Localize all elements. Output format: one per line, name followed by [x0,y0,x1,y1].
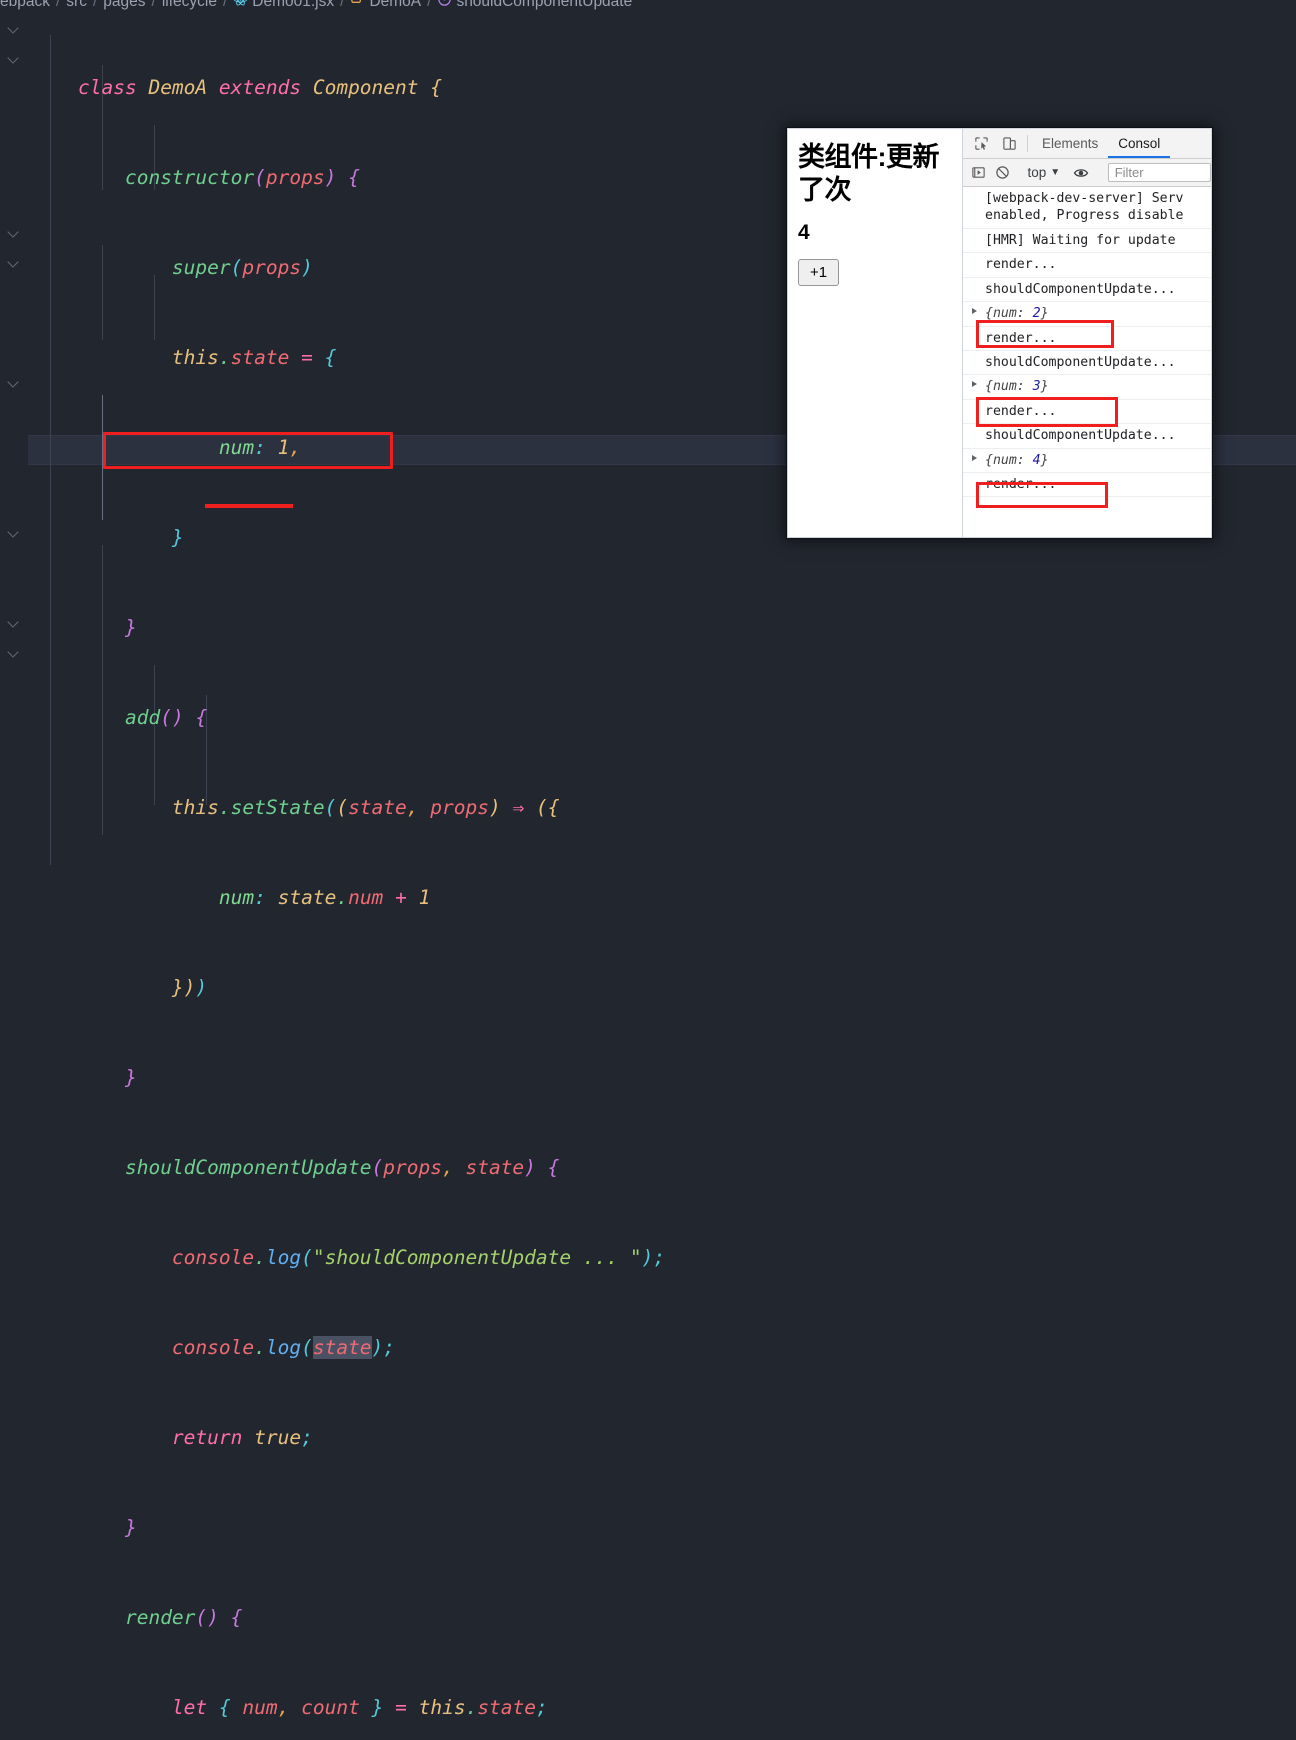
expand-triangle-icon[interactable] [972,455,977,461]
console-message: render... [963,400,1211,424]
code-line: return true; [28,1423,1296,1453]
console-message-list[interactable]: [webpack-dev-server] Serv enabled, Progr… [963,187,1211,537]
object-value: 3 [1033,379,1041,394]
code-line: num: state.num + 1 [28,883,1296,913]
tab-console[interactable]: Consol [1108,129,1170,158]
breadcrumb-item-6[interactable]: shouldComponentUpdate [456,0,632,11]
code-line: } [28,1513,1296,1543]
code-line: class DemoA extends Component { [28,73,1296,103]
fold-chevron-down-icon[interactable] [8,616,20,628]
toolbar-divider [1027,135,1028,152]
page-preview[interactable]: 类组件:更新了次 4 +1 [787,128,962,538]
object-value: 2 [1033,306,1041,321]
inspect-element-icon[interactable] [967,129,995,158]
code-line: shouldComponentUpdate(props, state) { [28,1153,1296,1183]
devtools-panel[interactable]: Elements Consol top ▼ Filter [webpack-de… [962,128,1212,538]
fold-chevron-down-icon[interactable] [8,226,20,238]
code-line: } [28,1063,1296,1093]
fold-chevron-down-icon[interactable] [8,646,20,658]
fold-chevron-down-icon[interactable] [8,22,20,34]
code-line: render() { [28,1603,1296,1633]
fold-chevron-down-icon[interactable] [8,526,20,538]
code-line: console.log("shouldComponentUpdate ... "… [28,1243,1296,1273]
fold-chevron-down-icon[interactable] [8,52,20,64]
breadcrumb-separator: / [56,0,60,11]
breadcrumb-item-5[interactable]: DemoA [369,0,421,11]
console-object-message[interactable]: {num: 2} [963,302,1211,326]
code-line-current: console.log(state); [28,1333,1296,1363]
increment-button[interactable]: +1 [798,259,839,286]
breadcrumb-separator: / [223,0,227,11]
devtools-console-toolbar[interactable]: top ▼ Filter [963,159,1211,187]
console-context-selector[interactable]: top [1024,165,1051,180]
code-line: this.setState((state, props) ⇒ ({ [28,793,1296,823]
breadcrumb[interactable]: ebpack / src / pages / lifecycle / Demo0… [0,0,1296,13]
code-line: let { num, count } = this.state; [28,1693,1296,1723]
console-object-message[interactable]: {num: 4} [963,449,1211,473]
class-symbol-icon [350,0,365,12]
execute-icon[interactable] [967,165,991,180]
fold-chevron-down-icon[interactable] [8,256,20,268]
tab-elements[interactable]: Elements [1032,129,1108,158]
console-object-message[interactable]: {num: 3} [963,375,1211,399]
expand-triangle-icon[interactable] [972,381,977,387]
breadcrumb-item-1[interactable]: src [66,0,87,11]
breadcrumb-item-3[interactable]: lifecycle [162,0,217,11]
console-message: shouldComponentUpdate... [963,278,1211,302]
react-file-icon [233,0,248,12]
chevron-down-icon[interactable]: ▼ [1050,167,1060,178]
breadcrumb-separator: / [427,0,431,11]
breadcrumb-separator: / [152,0,156,11]
console-filter-input[interactable]: Filter [1108,163,1211,182]
fold-chevron-down-icon[interactable] [8,376,20,388]
editor-gutter[interactable] [0,13,28,870]
browser-overlay[interactable]: 类组件:更新了次 4 +1 Elements Consol top ▼ [787,128,1212,538]
expand-triangle-icon[interactable] [972,308,977,314]
breadcrumb-item-2[interactable]: pages [103,0,145,11]
preview-heading: 类组件:更新了次 [798,141,952,207]
code-line: })) [28,973,1296,1003]
console-message: render... [963,327,1211,351]
device-toolbar-icon[interactable] [995,129,1023,158]
object-value: 4 [1033,453,1041,468]
console-message: shouldComponentUpdate... [963,351,1211,375]
breadcrumb-item-4[interactable]: Demo01.jsx [252,0,334,11]
console-message: [webpack-dev-server] Serv enabled, Progr… [963,187,1211,229]
code-line: } [28,613,1296,643]
breadcrumb-separator: / [93,0,97,11]
console-message: render... [963,253,1211,277]
method-symbol-icon [437,0,452,12]
code-line: add() { [28,703,1296,733]
clear-console-icon[interactable] [991,165,1015,180]
breadcrumb-separator: / [340,0,344,11]
console-message: [HMR] Waiting for update [963,229,1211,253]
breadcrumb-item-0[interactable]: ebpack [0,0,50,11]
live-expression-icon[interactable] [1069,165,1093,181]
devtools-tabbar[interactable]: Elements Consol [963,129,1211,159]
preview-count: 4 [798,221,952,245]
console-message: render... [963,473,1211,497]
console-message: shouldComponentUpdate... [963,424,1211,448]
